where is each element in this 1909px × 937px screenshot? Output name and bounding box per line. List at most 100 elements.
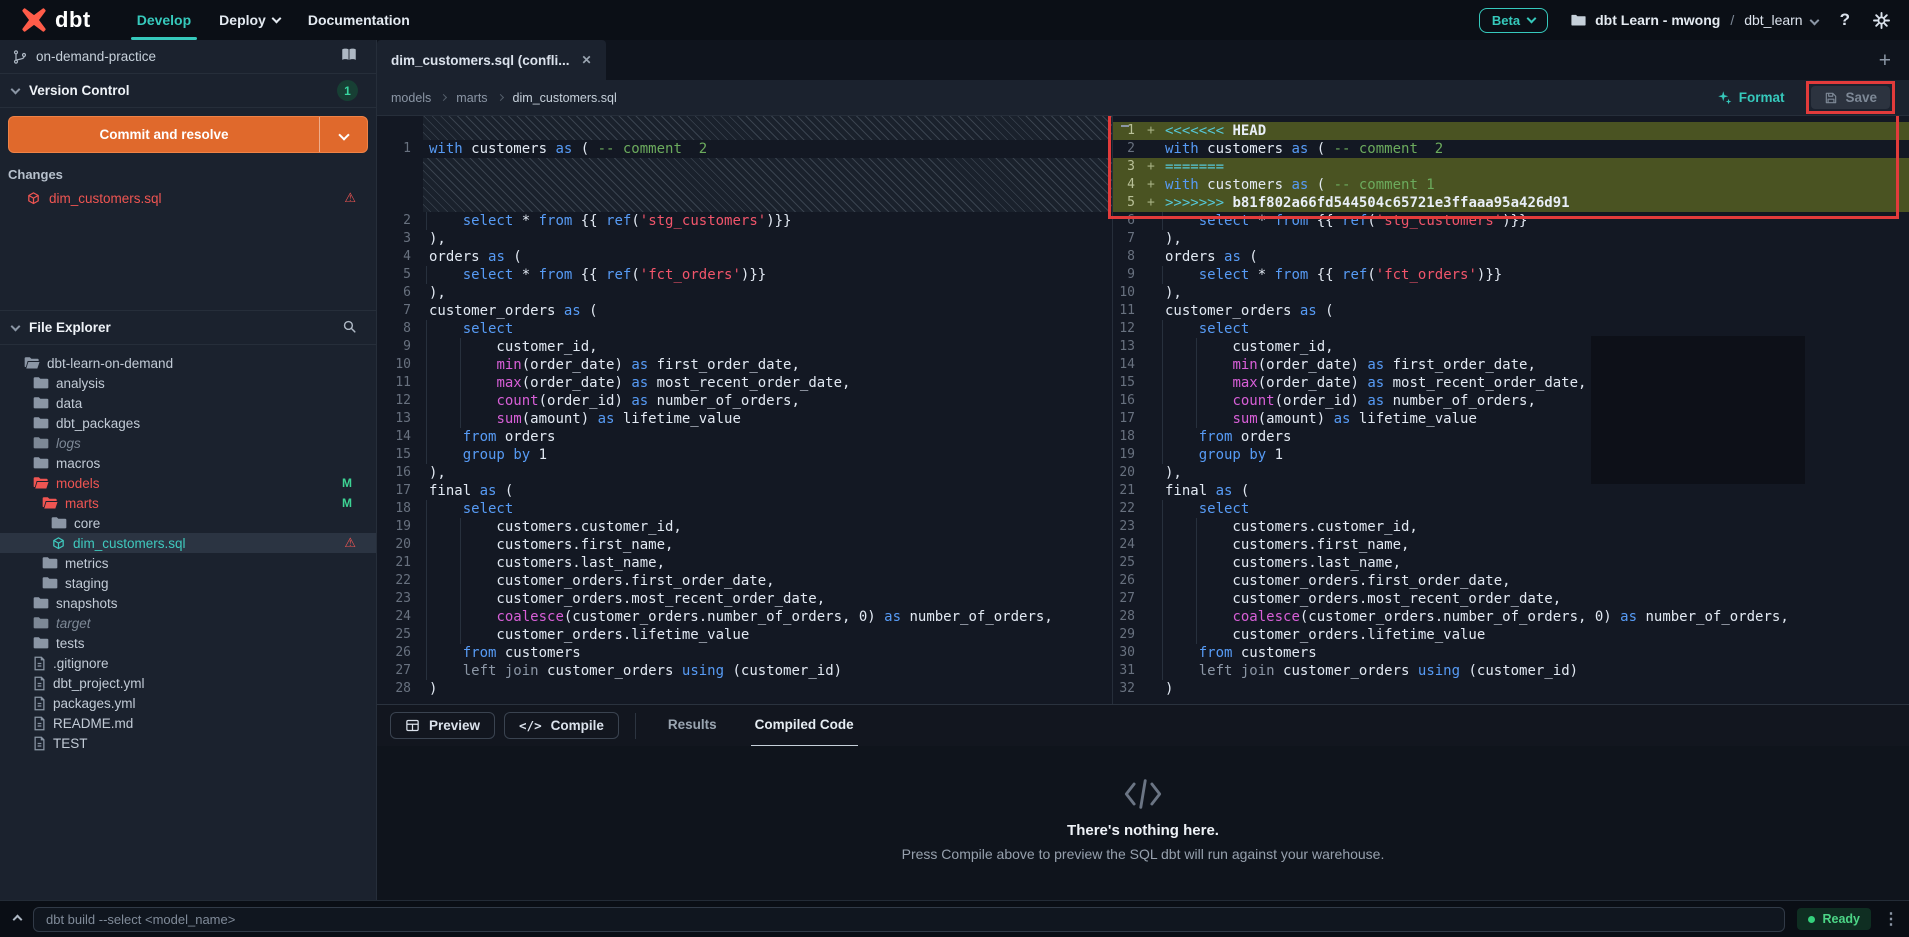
code-line-right-13[interactable]: 13 customer_id, [1113,338,1909,356]
tab-dim-customers[interactable]: dim_customers.sql (confli... ✕ [377,40,606,80]
code-line-left-11[interactable]: 11 max(order_date) as most_recent_order_… [377,374,1112,392]
code-line-left-16[interactable]: 16), [377,464,1112,482]
code-line-right-1[interactable]: 1+<<<<<<< HEAD [1113,122,1909,140]
tree-item-dbt-learn-on-demand[interactable]: dbt-learn-on-demand [0,353,376,373]
save-button[interactable]: Save [1811,86,1890,109]
code-line-right-5[interactable]: 5+>>>>>>> b81f802a66fd544504c65721e3ffaa… [1113,194,1909,212]
code-line-left-27[interactable]: 27 left join customer_orders using (cust… [377,662,1112,680]
code-line-right-32[interactable]: 32) [1113,680,1909,698]
code-line-left-2[interactable]: 2 select * from {{ ref('stg_customers')}… [377,212,1112,230]
tab-compiled-code[interactable]: Compiled Code [751,705,858,747]
tree-item-data[interactable]: data [0,393,376,413]
settings-gear-button[interactable] [1872,11,1891,30]
code-line-right-20[interactable]: 20), [1113,464,1909,482]
code-line-right-22[interactable]: 22 select [1113,500,1909,518]
code-line-left-25[interactable]: 25 customer_orders.lifetime_value [377,626,1112,644]
tree-item-dbt_packages[interactable]: dbt_packages [0,413,376,433]
tree-item-dim_customers.sql[interactable]: dim_customers.sql⚠ [0,533,376,553]
code-line-right-3[interactable]: 3+======= [1113,158,1909,176]
editor-left-pane[interactable]: 1with customers as ( -- comment 2 2 selec… [377,116,1112,704]
code-line-left-26[interactable]: 26 from customers [377,644,1112,662]
code-line-left-12[interactable]: 12 count(order_id) as number_of_orders, [377,392,1112,410]
file-search-button[interactable] [341,318,358,338]
tree-item-staging[interactable]: staging [0,573,376,593]
tree-item-analysis[interactable]: analysis [0,373,376,393]
code-line-left-1[interactable]: 1with customers as ( -- comment 2 [377,140,1112,158]
code-line-right-15[interactable]: 15 max(order_date) as most_recent_order_… [1113,374,1909,392]
tree-item-packages.yml[interactable]: packages.yml [0,693,376,713]
code-line-left-15[interactable]: 15 group by 1 [377,446,1112,464]
code-line-left-10[interactable]: 10 min(order_date) as first_order_date, [377,356,1112,374]
tree-item-core[interactable]: core [0,513,376,533]
code-line-right-30[interactable]: 30 from customers [1113,644,1909,662]
dbt-command-input[interactable] [33,907,1785,932]
tree-item-README.md[interactable]: README.md [0,713,376,733]
code-line-left-13[interactable]: 13 sum(amount) as lifetime_value [377,410,1112,428]
code-line-right-24[interactable]: 24 customers.first_name, [1113,536,1909,554]
code-line-right-31[interactable]: 31 left join customer_orders using (cust… [1113,662,1909,680]
nav-item-develop[interactable]: Develop [123,0,205,40]
code-line-right-8[interactable]: 8orders as ( [1113,248,1909,266]
code-line-right-19[interactable]: 19 group by 1 [1113,446,1909,464]
new-tab-button[interactable]: + [1879,50,1891,71]
version-control-header[interactable]: Version Control 1 [0,74,376,108]
code-line-right-9[interactable]: 9 select * from {{ ref('fct_orders')}} [1113,266,1909,284]
breadcrumb-models[interactable]: models [391,91,431,105]
code-line-left-22[interactable]: 22 customer_orders.first_order_date, [377,572,1112,590]
code-line-left-6[interactable]: 6), [377,284,1112,302]
breadcrumb-dim_customers.sql[interactable]: dim_customers.sql [513,91,617,105]
nav-item-deploy[interactable]: Deploy [205,0,294,40]
tree-item-metrics[interactable]: metrics [0,553,376,573]
code-line-left-24[interactable]: 24 coalesce(customer_orders.number_of_or… [377,608,1112,626]
code-line-right-6[interactable]: 6 select * from {{ ref('stg_customers')}… [1113,212,1909,230]
commit-and-resolve-button[interactable]: Commit and resolve [8,116,368,153]
fold-icon[interactable] [1121,125,1129,133]
code-line-left-28[interactable]: 28) [377,680,1112,698]
code-line-left-17[interactable]: 17final as ( [377,482,1112,500]
code-line-left-21[interactable]: 21 customers.last_name, [377,554,1112,572]
docs-book-icon[interactable] [340,46,358,67]
tree-item-.gitignore[interactable]: .gitignore [0,653,376,673]
code-line-right-12[interactable]: 12 select [1113,320,1909,338]
breadcrumb-marts[interactable]: marts [456,91,487,105]
nav-item-documentation[interactable]: Documentation [294,0,424,40]
file-explorer-header[interactable]: File Explorer [0,311,376,345]
tree-item-tests[interactable]: tests [0,633,376,653]
close-icon[interactable]: ✕ [582,53,592,67]
tree-item-models[interactable]: modelsM [0,473,376,493]
code-line-left-4[interactable]: 4orders as ( [377,248,1112,266]
editor-right-pane[interactable]: 1+<<<<<<< HEAD2with customers as ( -- co… [1112,116,1909,704]
code-line-left-8[interactable]: 8 select [377,320,1112,338]
code-line-left-18[interactable]: 18 select [377,500,1112,518]
code-line-left-7[interactable]: 7customer_orders as ( [377,302,1112,320]
tree-item-macros[interactable]: macros [0,453,376,473]
tree-item-snapshots[interactable]: snapshots [0,593,376,613]
code-line-left-9[interactable]: 9 customer_id, [377,338,1112,356]
expand-panel-chevron[interactable] [13,914,23,924]
code-line-right-4[interactable]: 4+with customers as ( -- comment 1 [1113,176,1909,194]
code-line-right-11[interactable]: 11customer_orders as ( [1113,302,1909,320]
compile-button[interactable]: </> Compile [504,712,619,739]
tree-item-dbt_project.yml[interactable]: dbt_project.yml [0,673,376,693]
code-line-right-21[interactable]: 21final as ( [1113,482,1909,500]
code-line-right-29[interactable]: 29 customer_orders.lifetime_value [1113,626,1909,644]
preview-button[interactable]: Preview [390,712,495,739]
code-line-left-14[interactable]: 14 from orders [377,428,1112,446]
code-line-right-23[interactable]: 23 customers.customer_id, [1113,518,1909,536]
format-button[interactable]: Format [1717,90,1785,105]
tree-item-marts[interactable]: martsM [0,493,376,513]
code-line-right-26[interactable]: 26 customer_orders.first_order_date, [1113,572,1909,590]
code-line-right-16[interactable]: 16 count(order_id) as number_of_orders, [1113,392,1909,410]
code-line-left-23[interactable]: 23 customer_orders.most_recent_order_dat… [377,590,1112,608]
code-line-left-5[interactable]: 5 select * from {{ ref('fct_orders')}} [377,266,1112,284]
beta-dropdown[interactable]: Beta [1479,8,1548,33]
code-line-left-3[interactable]: 3), [377,230,1112,248]
kebab-menu-icon[interactable]: ⋮ [1883,909,1899,929]
code-line-left-19[interactable]: 19 customers.customer_id, [377,518,1112,536]
help-button[interactable]: ? [1840,10,1850,30]
code-line-right-7[interactable]: 7), [1113,230,1909,248]
tree-item-TEST[interactable]: TEST [0,733,376,753]
code-editor[interactable]: 1with customers as ( -- comment 2 2 selec… [377,116,1909,704]
code-line-left-20[interactable]: 20 customers.first_name, [377,536,1112,554]
tree-item-logs[interactable]: logs [0,433,376,453]
